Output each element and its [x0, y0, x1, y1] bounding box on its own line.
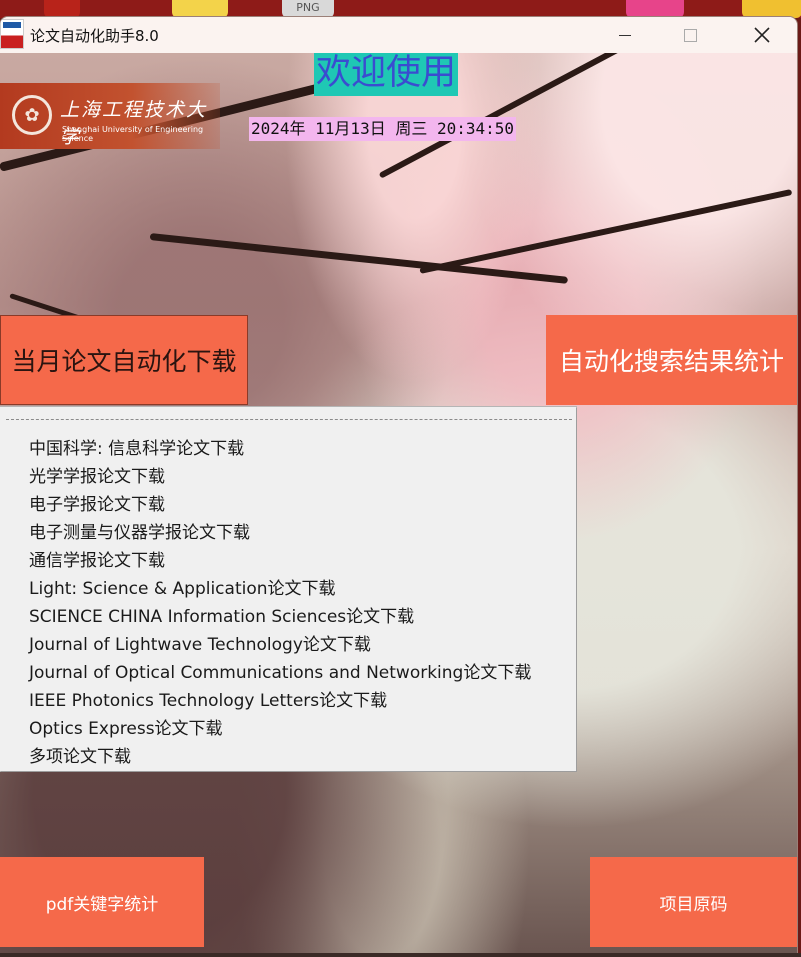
- close-icon: [754, 27, 770, 43]
- desktop-background: PNG: [0, 0, 801, 18]
- school-logo: ✿ 上海工程技术大学 Shanghai University of Engine…: [0, 83, 220, 149]
- minimize-icon: [619, 34, 631, 36]
- maximize-icon: [683, 28, 697, 42]
- window-title: 论文自动化助手8.0: [30, 27, 159, 45]
- desktop-app-icon[interactable]: [44, 0, 80, 18]
- welcome-label: 欢迎使用: [314, 53, 459, 96]
- school-seal-icon: ✿: [12, 95, 52, 135]
- menu-item-multiple[interactable]: 多项论文下载: [29, 743, 531, 771]
- close-button[interactable]: [739, 17, 785, 53]
- maximize-button[interactable]: [667, 17, 713, 53]
- menu-item-acta-optica[interactable]: 光学学报论文下载: [29, 463, 531, 491]
- background-image-area: ✿ 上海工程技术大学 Shanghai University of Engine…: [0, 53, 797, 953]
- menu-tearoff-line[interactable]: [6, 419, 572, 420]
- menu-item-lightwave[interactable]: Journal of Lightwave Technology论文下载: [29, 631, 531, 659]
- app-window: 论文自动化助手8.0 ✿ 上海工程技术大学 Shanghai Universit…: [0, 17, 797, 953]
- search-stats-button[interactable]: 自动化搜索结果统计: [546, 315, 797, 405]
- app-logo-icon: [0, 19, 24, 49]
- project-source-button[interactable]: 项目原码: [590, 857, 797, 947]
- download-menu: 中国科学: 信息科学论文下载 光学学报论文下载 电子学报论文下载 电子测量与仪器…: [0, 407, 576, 771]
- menu-item-photonics-letters[interactable]: IEEE Photonics Technology Letters论文下载: [29, 687, 531, 715]
- minimize-button[interactable]: [602, 17, 648, 53]
- title-bar[interactable]: 论文自动化助手8.0: [0, 17, 797, 53]
- school-name-en: Shanghai University of Engineering Scien…: [62, 125, 204, 143]
- desktop-png-file-icon[interactable]: PNG: [282, 0, 334, 18]
- png-label: PNG: [296, 1, 320, 14]
- menu-item-acta-electronica[interactable]: 电子学报论文下载: [29, 491, 531, 519]
- menu-item-scis-cn[interactable]: 中国科学: 信息科学论文下载: [29, 435, 531, 463]
- desktop-folder-icon[interactable]: [172, 0, 228, 18]
- desktop-browser-icon[interactable]: [742, 0, 801, 18]
- menu-item-communications[interactable]: 通信学报论文下载: [29, 547, 531, 575]
- menu-item-electronic-measurement[interactable]: 电子测量与仪器学报论文下载: [29, 519, 531, 547]
- pdf-keyword-stats-button[interactable]: pdf关键字统计: [0, 857, 204, 947]
- menu-item-science-china-is[interactable]: SCIENCE CHINA Information Sciences论文下载: [29, 603, 531, 631]
- menu-list: 中国科学: 信息科学论文下载 光学学报论文下载 电子学报论文下载 电子测量与仪器…: [29, 435, 531, 771]
- background-strip: [0, 953, 801, 957]
- monthly-download-button[interactable]: 当月论文自动化下载: [0, 315, 248, 405]
- menu-item-light-science[interactable]: Light: Science & Application论文下载: [29, 575, 531, 603]
- desktop-app-icon-pink[interactable]: [626, 0, 684, 18]
- menu-item-optics-express[interactable]: Optics Express论文下载: [29, 715, 531, 743]
- menu-item-optical-comm-networking[interactable]: Journal of Optical Communications and Ne…: [29, 659, 531, 687]
- datetime-label: 2024年 11月13日 周三 20:34:50: [249, 117, 517, 141]
